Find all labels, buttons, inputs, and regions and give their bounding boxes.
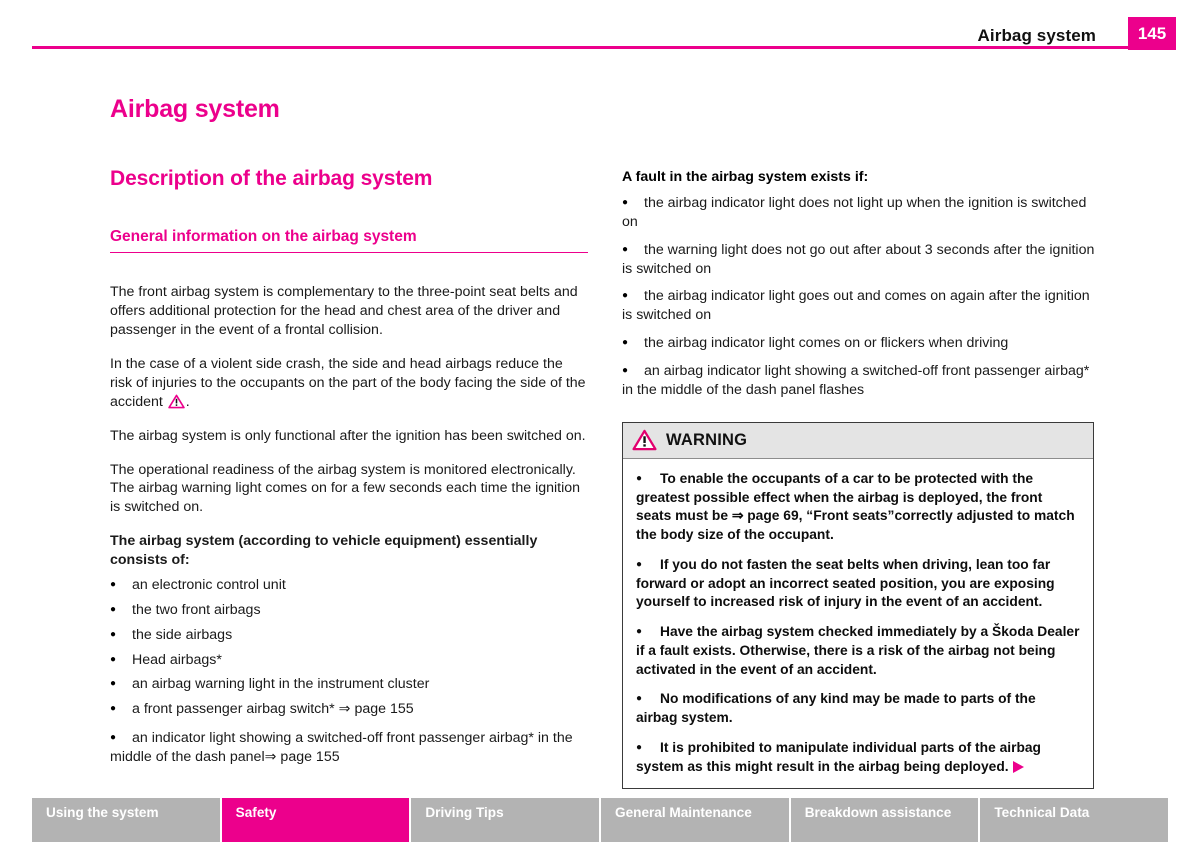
list-item-label: an airbag indicator light showing a swit…	[622, 363, 1090, 398]
bullet-icon: ●	[622, 290, 629, 302]
paragraph-operational-readiness: The operational readiness of the airbag …	[110, 461, 581, 516]
bottom-nav: Using the system Safety Driving Tips Gen…	[32, 798, 1169, 842]
nav-tab-label: Technical Data	[994, 805, 1090, 820]
list-item-label: the warning light does not go out after …	[622, 241, 1095, 277]
list-item-label: the airbag indicator light goes out and …	[622, 288, 1090, 324]
list-item: ● To enable the occupants of a car to be …	[636, 470, 1080, 545]
nav-tab-breakdown-assistance[interactable]: Breakdown assistance	[790, 798, 981, 842]
bullet-icon: ●	[622, 243, 629, 255]
nav-tab-label: Using the system	[46, 805, 159, 820]
list-item: ● the warning light does not go out after…	[622, 241, 1096, 279]
nav-tab-general-maintenance[interactable]: General Maintenance	[601, 798, 791, 842]
list-item-label: an airbag warning light in the instrumen…	[132, 676, 430, 693]
continuation-arrow-icon	[1012, 760, 1024, 773]
nav-tab-label: General Maintenance	[615, 805, 752, 820]
paragraph-side-crash: In the case of a violent side crash, the…	[110, 355, 588, 412]
bullet-icon: ●	[636, 741, 643, 753]
list-item-label: a front passenger airbag switch* ⇒ page …	[132, 701, 414, 718]
nav-tab-technical-data[interactable]: Technical Data	[980, 798, 1169, 842]
chapter-title: Airbag system	[110, 95, 280, 123]
warning-box: WARNING ● To enable the occupants of a ca…	[622, 421, 1094, 790]
bullet-icon: ●	[110, 578, 117, 590]
list-item: ● a front passenger airbag switch* ⇒ page…	[110, 700, 588, 719]
section-title: Description of the airbag system	[110, 166, 433, 190]
list-item: ● Have the airbag system checked immediat…	[636, 623, 1080, 679]
list-item: ● No modifications of any kind may be mad…	[636, 690, 1080, 728]
list-item: ● an electronic control unit	[110, 576, 588, 595]
bullet-icon: ●	[636, 472, 643, 484]
list-item-label: an indicator light showing a switched-of…	[110, 730, 573, 766]
subsection-title: General information on the airbag system	[110, 228, 588, 254]
list-item: ● the side airbags	[110, 626, 588, 645]
page-number-badge: 145	[1128, 17, 1176, 50]
list-item: ● an airbag indicator light showing a swi…	[622, 362, 1096, 400]
list-item-label: the airbag indicator light comes on or f…	[644, 335, 1009, 352]
bullet-icon: ●	[110, 603, 117, 615]
list-item-label: the side airbags	[132, 626, 233, 643]
consists-of-heading: The airbag system (according to vehicle …	[110, 533, 538, 569]
bullet-icon: ●	[636, 626, 643, 637]
bullet-icon: ●	[636, 558, 643, 570]
warning-box-body: ● To enable the occupants of a car to be …	[623, 459, 1093, 789]
page-header: Airbag system 145	[0, 0, 1200, 56]
warning-item-list: ● To enable the occupants of a car to be …	[636, 470, 1080, 777]
components-list: ● an electronic control unit ● the two fro…	[110, 576, 588, 767]
list-item-label: If you do not fasten the seat belts when…	[636, 556, 1055, 610]
header-title: Airbag system	[977, 26, 1096, 45]
bullet-icon: ●	[622, 365, 629, 376]
list-item-label: Head airbags*	[132, 651, 222, 668]
list-item: ● the two front airbags	[110, 601, 588, 620]
bullet-icon: ●	[110, 732, 117, 744]
list-item: ● It is prohibited to manipulate individu…	[636, 739, 1080, 777]
list-item-label: the two front airbags	[132, 601, 261, 618]
list-item-label: It is prohibited to manipulate individua…	[636, 739, 1041, 774]
left-column: Airbag system Description of the airbag …	[110, 95, 588, 767]
bullet-icon: ●	[622, 337, 629, 349]
list-item-label: No modifications of any kind may be made…	[636, 691, 1036, 725]
bullet-icon: ●	[110, 703, 117, 715]
bullet-icon: ●	[622, 196, 629, 208]
fault-list-heading: A fault in the airbag system exists if:	[622, 169, 869, 185]
bullet-icon: ●	[110, 653, 117, 665]
list-item: ● the airbag indicator light comes on or …	[622, 334, 1096, 353]
paragraph-intro: The front airbag system is complementary…	[110, 284, 578, 339]
fault-list: ● the airbag indicator light does not lig…	[622, 194, 1096, 400]
nav-tab-label: Breakdown assistance	[804, 805, 952, 820]
bullet-icon: ●	[110, 678, 117, 690]
nav-tab-label: Safety	[235, 805, 277, 820]
list-item-label: To enable the occupants of a car to be p…	[636, 470, 1075, 542]
list-item: ● the airbag indicator light does not lig…	[622, 194, 1096, 232]
bullet-icon: ●	[110, 628, 117, 640]
list-item: ● an airbag warning light in the instrume…	[110, 675, 588, 694]
right-column: A fault in the airbag system exists if: …	[622, 168, 1096, 790]
nav-tab-label: Driving Tips	[425, 805, 504, 820]
header-accent-rule	[32, 46, 1128, 49]
list-item: ● Head airbags*	[110, 651, 588, 670]
nav-tab-driving-tips[interactable]: Driving Tips	[411, 798, 602, 842]
paragraph-ignition: The airbag system is only functional aft…	[110, 427, 586, 444]
nav-tab-using-the-system[interactable]: Using the system	[32, 798, 222, 842]
list-item-label: the airbag indicator light does not ligh…	[622, 194, 1087, 230]
list-item: ● If you do not fasten the seat belts whe…	[636, 556, 1080, 612]
list-item: ● the airbag indicator light goes out and…	[622, 287, 1096, 325]
list-item: ● an indicator light showing a switched-o…	[110, 729, 588, 767]
side-crash-text-part2: .	[185, 393, 190, 410]
warning-triangle-icon	[168, 394, 185, 409]
bullet-icon: ●	[636, 693, 643, 705]
nav-tab-safety[interactable]: Safety	[221, 798, 412, 842]
warning-box-label: WARNING	[666, 430, 748, 449]
warning-triangle-icon	[632, 429, 657, 451]
list-item-label: Have the airbag system checked immediate…	[636, 624, 1080, 677]
warning-box-header: WARNING	[623, 422, 1093, 459]
list-item-label: an electronic control unit	[132, 576, 286, 593]
